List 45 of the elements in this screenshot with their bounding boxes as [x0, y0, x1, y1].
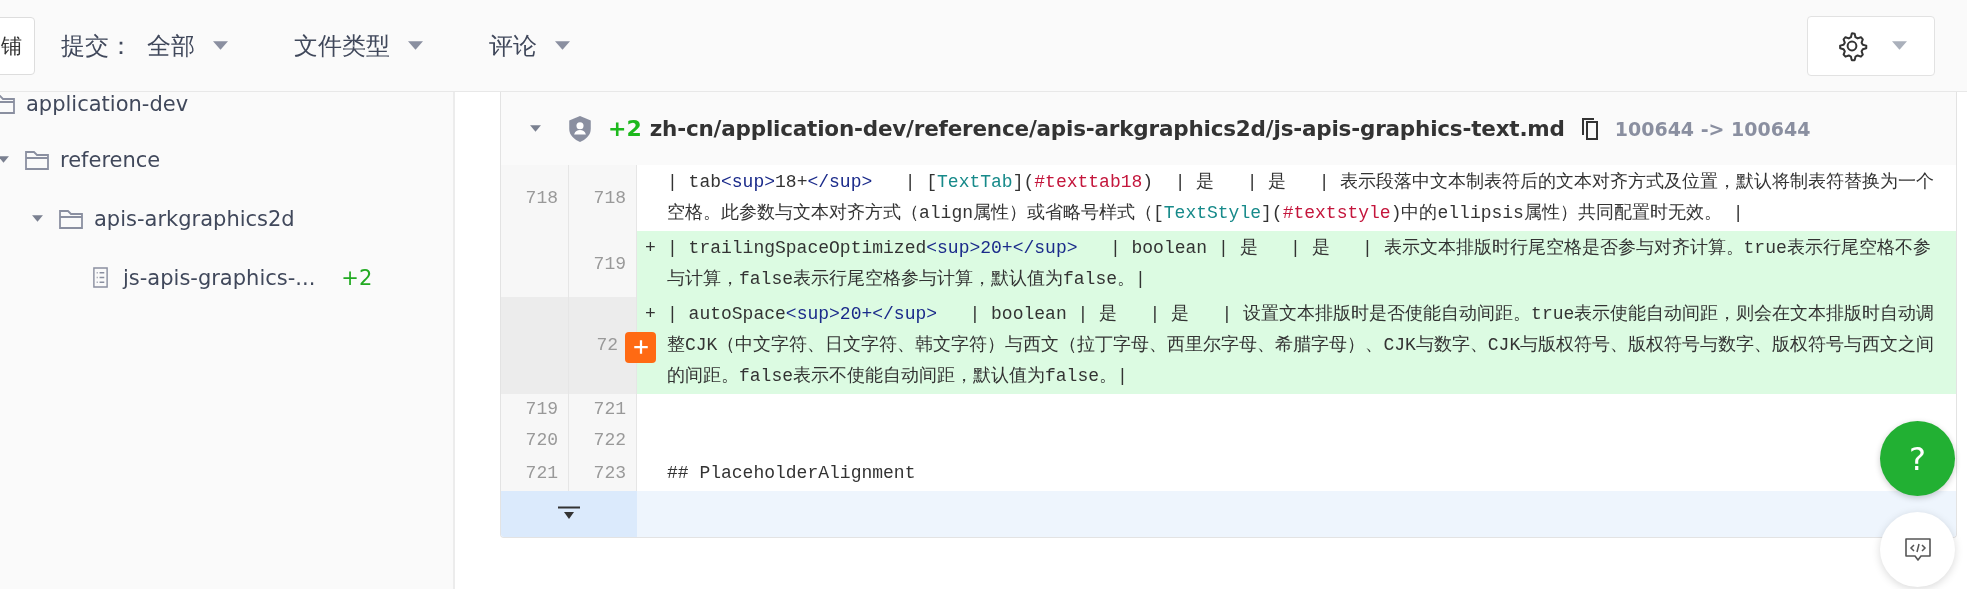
file-path: zh-cn/application-dev/reference/apis-arkgraphics2d/js-apis-graphics-text.md	[649, 116, 1565, 141]
filter-dropdown[interactable]: 评论	[489, 29, 570, 62]
copy-icon[interactable]	[1580, 116, 1601, 141]
line-number: 718	[593, 186, 626, 210]
add-comment-button[interactable]	[625, 331, 656, 363]
plus-icon	[631, 338, 650, 357]
filter-dropdown[interactable]: 文件类型	[294, 29, 423, 62]
caret-icon[interactable]	[529, 122, 542, 135]
code-line: | autoSpace<sup>20+</sup> | boolean | 是 | 是 | 设置文本排版时是否使能自动间距。true表示使能自动间距，则会在文本排版时自动调整CJK（中文字符、日文字符、韩文字符）与西文（拉丁字母、西里尔字母、希腊字母）、CJK与数字、CJK与版权符号、版权符号与数字、版权符号与西文之间的间距。false表示不使能自动间距，默认值为false。|	[667, 303, 1936, 388]
expand-button-cell[interactable]	[501, 491, 637, 537]
diff-sign: +	[645, 238, 656, 258]
code-line: | tab<sup>18+</sup> | [TextTab](#texttab18) | 是 | 是 | 表示段落中文本制表符后的文本对齐方式及位置，默认将制表符替换为一个空格。此参数与文本对齐方式（align属性）或省略号样式（[TextStyle](#textstyle)中的ellipsis属性）共同配置时无效。 |	[667, 171, 1936, 225]
caret-icon	[213, 40, 228, 51]
filter-dropdown[interactable]: 提交： 全部	[61, 29, 228, 62]
tree-item[interactable]: apis-arkgraphics2d	[94, 206, 295, 231]
diff-sign: +	[645, 304, 656, 324]
line-number: 722	[593, 429, 626, 452]
additions-count: +2	[608, 116, 642, 141]
folder-icon	[24, 148, 50, 171]
line-number: 723	[593, 462, 626, 485]
shield-user-icon	[568, 114, 592, 143]
file-mode: 100644 -> 100644	[1614, 117, 1811, 140]
tree-item[interactable]: reference	[60, 147, 161, 172]
line-number: 721	[525, 462, 558, 485]
change-count: +2	[341, 265, 373, 290]
line-number: 720	[525, 429, 558, 452]
line-number: 719	[593, 252, 626, 276]
caret-icon[interactable]	[31, 212, 44, 225]
line-number: 719	[525, 398, 558, 421]
folder-icon	[58, 207, 84, 230]
tree-item[interactable]: js-apis-graphics-...	[123, 265, 316, 290]
caret-icon	[555, 40, 570, 51]
caret-icon[interactable]	[0, 153, 10, 166]
toolbar-button[interactable]: 铺	[0, 16, 35, 75]
caret-icon	[408, 40, 423, 51]
line-number: 72	[596, 334, 618, 357]
settings-button[interactable]	[1807, 15, 1935, 76]
line-number: 718	[525, 186, 558, 210]
code-line: ## PlaceholderAlignment	[667, 462, 916, 485]
code-line: | trailingSpaceOptimized<sup>20+</sup> | boolean | 是 | 是 | 表示文本排版时行尾空格是否参与对齐计算。true表示行尾空格不参与计算，false表示行尾空格参与计算，默认值为false。|	[667, 237, 1932, 291]
line-number: 721	[593, 398, 626, 421]
file-icon	[92, 267, 109, 288]
code-comment-icon	[1903, 536, 1932, 563]
caret-icon	[1891, 40, 1907, 51]
tree-item[interactable]: application-dev	[26, 92, 189, 116]
